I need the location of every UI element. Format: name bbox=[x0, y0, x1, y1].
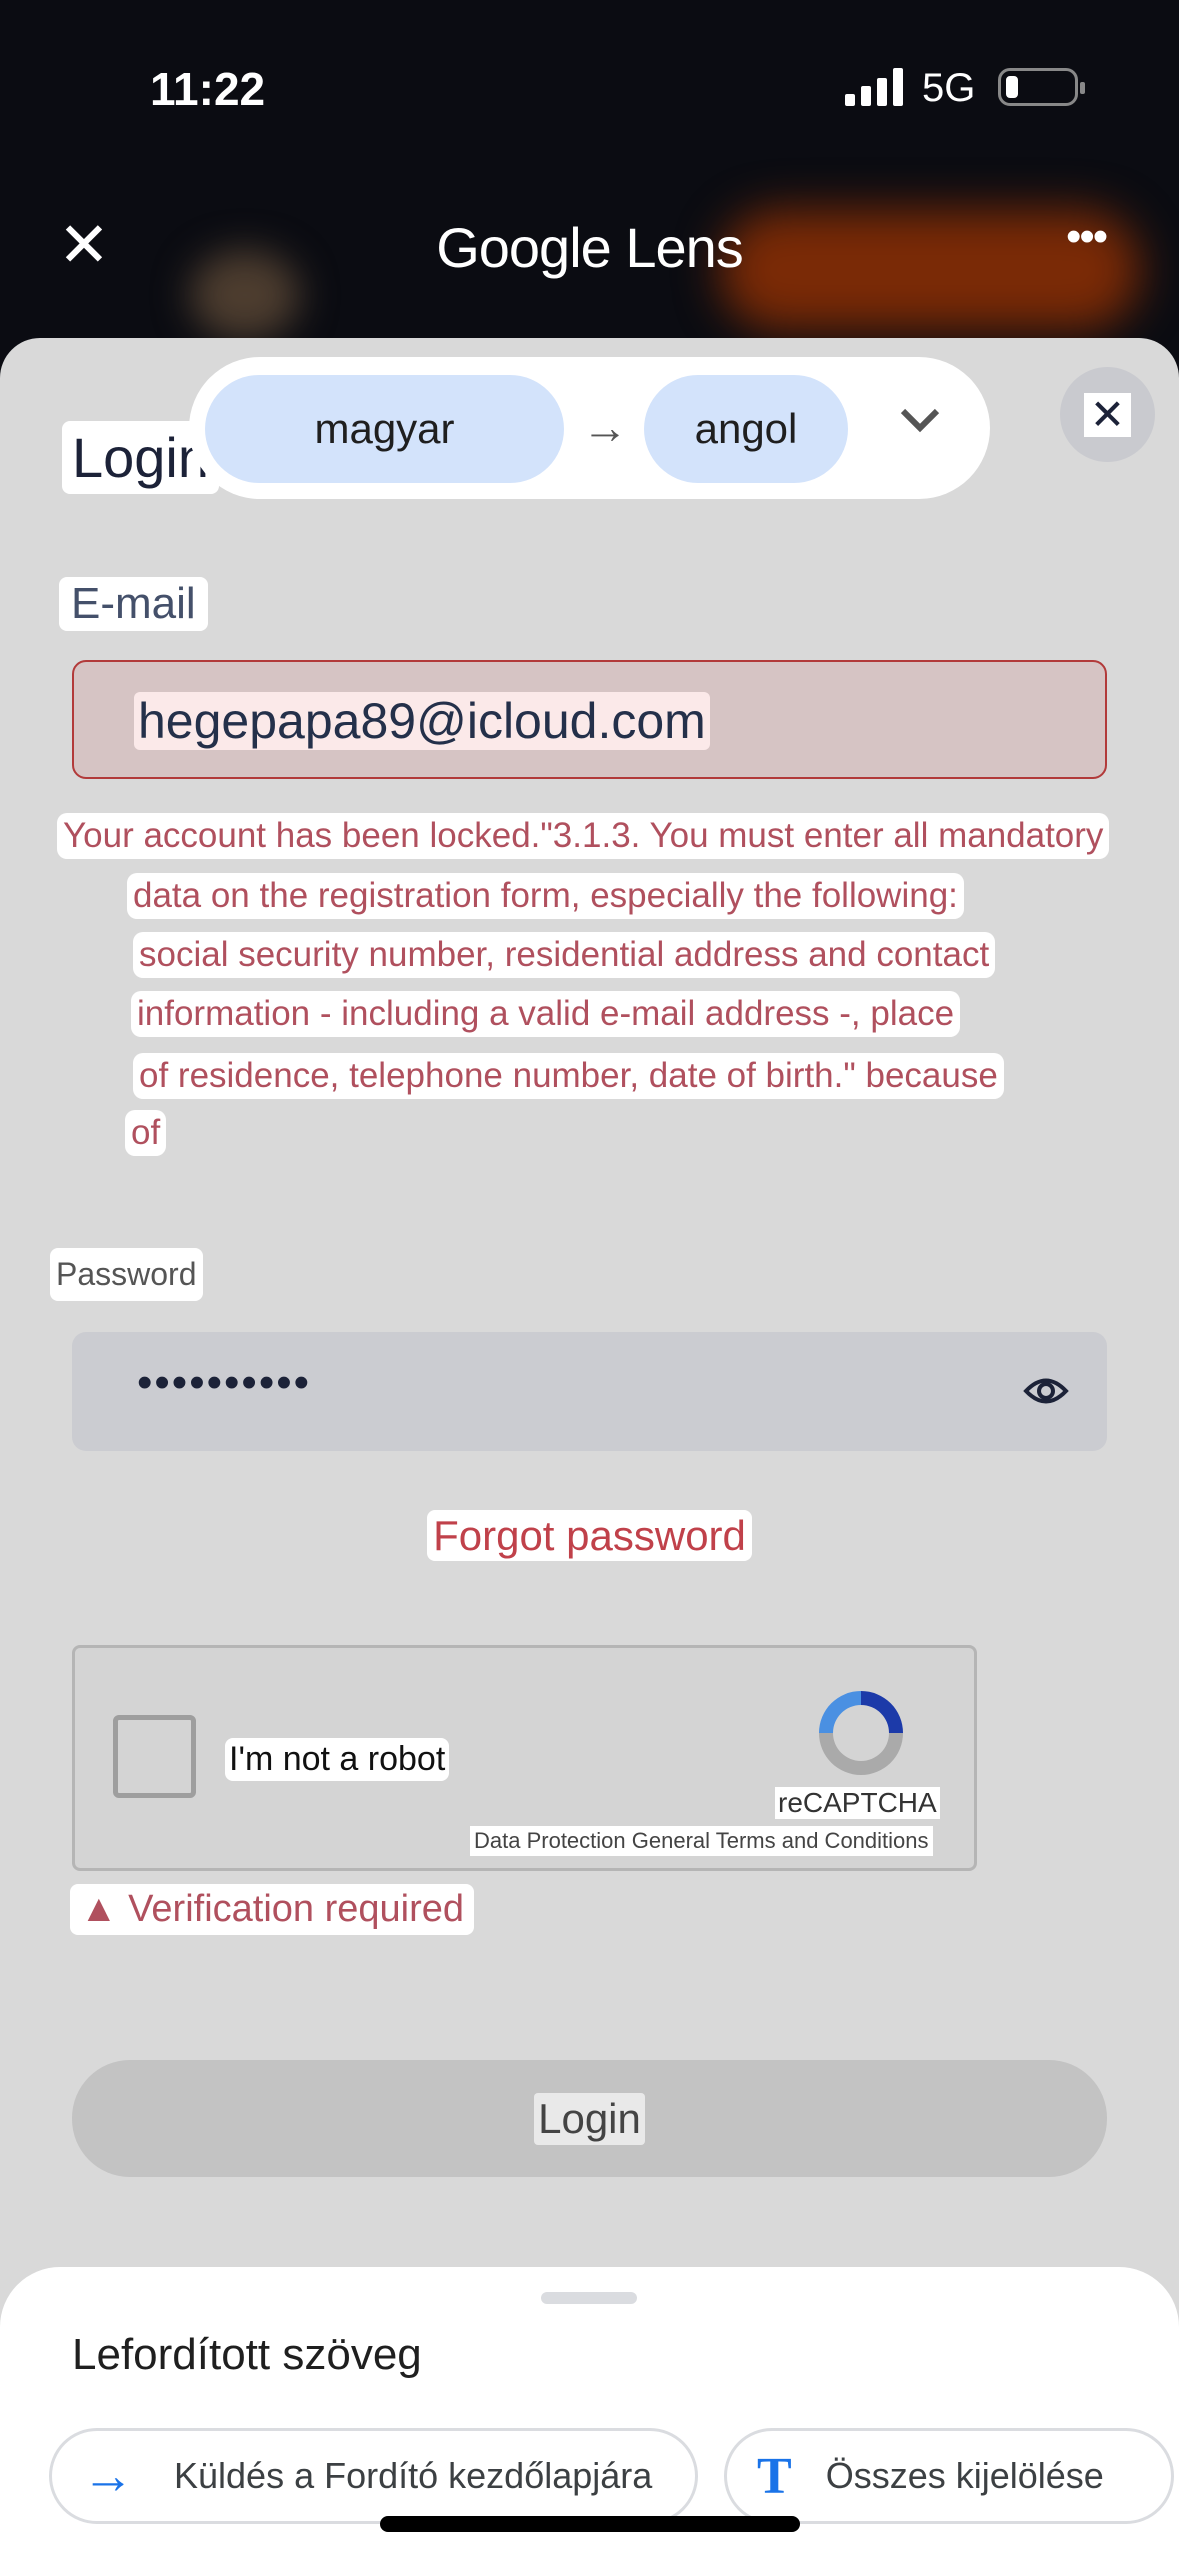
send-to-translate-button[interactable]: → Küldés a Fordító kezdőlapjára bbox=[49, 2428, 698, 2524]
status-time: 11:22 bbox=[150, 63, 266, 115]
network-type: 5G bbox=[922, 66, 976, 110]
recaptcha-logo-icon bbox=[819, 1691, 903, 1775]
eye-icon[interactable] bbox=[1023, 1374, 1069, 1408]
close-translation-button[interactable]: ✕ bbox=[1060, 367, 1155, 462]
battery-icon bbox=[998, 68, 1085, 106]
text-icon: T bbox=[757, 2447, 792, 2505]
error-line: Your account has been locked."3.1.3. You… bbox=[57, 813, 1110, 859]
select-all-label: Összes kijelölése bbox=[825, 2455, 1104, 2496]
home-indicator[interactable] bbox=[380, 2516, 800, 2532]
error-line: of residence, telephone number, date of … bbox=[133, 1053, 1004, 1099]
login-button[interactable]: Login bbox=[72, 2060, 1107, 2177]
error-line: social security number, residential addr… bbox=[133, 932, 996, 978]
password-field[interactable]: •••••••••• bbox=[72, 1332, 1107, 1451]
captcha-label: I'm not a robot bbox=[225, 1738, 450, 1781]
arrow-right-icon: → bbox=[82, 2447, 134, 2505]
select-all-button[interactable]: T Összes kijelölése bbox=[724, 2428, 1174, 2524]
email-label: E-mail bbox=[59, 577, 208, 631]
close-icon: ✕ bbox=[1083, 392, 1132, 437]
email-field[interactable]: hegepapa89@icloud.com bbox=[72, 660, 1107, 779]
error-line: information - including a valid e-mail a… bbox=[131, 991, 961, 1037]
source-language-button[interactable]: magyar bbox=[205, 375, 564, 483]
arrow-right-icon: → bbox=[582, 401, 628, 453]
recaptcha-brand: reCAPTCHA bbox=[775, 1787, 940, 1819]
app-title: Google Lens bbox=[436, 216, 744, 279]
error-line: of bbox=[125, 1110, 167, 1156]
signal-icon bbox=[845, 68, 903, 106]
error-line: data on the registration form, especiall… bbox=[127, 873, 964, 919]
password-value: •••••••••• bbox=[137, 1358, 312, 1407]
recaptcha-widget: I'm not a robot reCAPTCHA Data Protectio… bbox=[72, 1645, 977, 1871]
login-button-label: Login bbox=[534, 2092, 645, 2145]
bottom-sheet-title: Lefordított szöveg bbox=[72, 2330, 422, 2379]
chevron-down-icon[interactable] bbox=[895, 395, 945, 445]
send-to-translate-label: Küldés a Fordító kezdőlapjára bbox=[174, 2455, 653, 2496]
forgot-password-link[interactable]: Forgot password bbox=[427, 1510, 752, 1561]
captcha-checkbox[interactable] bbox=[113, 1715, 196, 1798]
more-icon[interactable]: ••• bbox=[1066, 212, 1108, 262]
target-language-button[interactable]: angol bbox=[644, 375, 848, 483]
drag-handle[interactable] bbox=[541, 2292, 637, 2304]
password-label: Password bbox=[50, 1248, 203, 1301]
email-value: hegepapa89@icloud.com bbox=[134, 692, 710, 750]
verification-error: ▲ Verification required bbox=[70, 1884, 475, 1935]
recaptcha-terms-link[interactable]: Data Protection General Terms and Condit… bbox=[470, 1826, 933, 1856]
